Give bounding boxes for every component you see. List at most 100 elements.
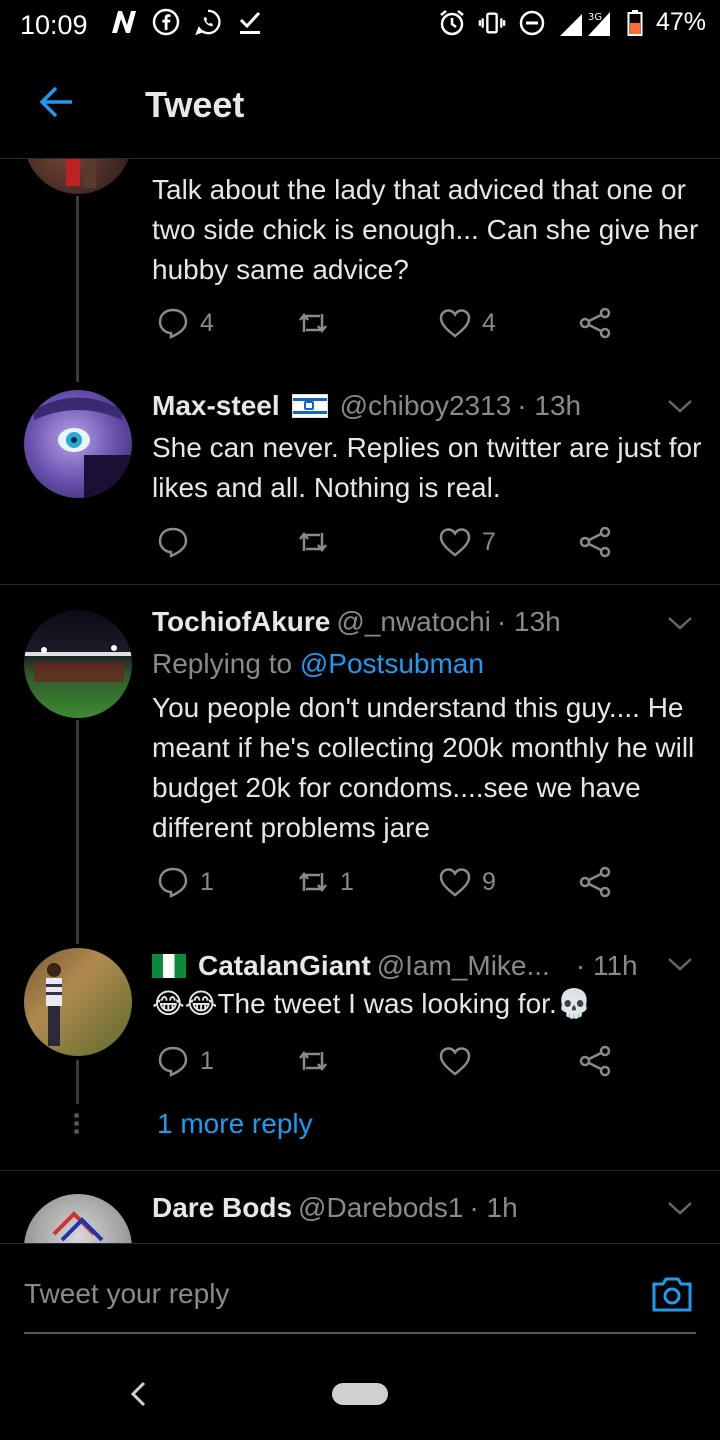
share-button[interactable] xyxy=(578,306,612,340)
handle[interactable]: @_nwatochi xyxy=(336,606,491,638)
reply-input-underline xyxy=(24,1332,696,1334)
chevron-down-icon[interactable] xyxy=(666,613,694,633)
share-icon xyxy=(579,1045,611,1077)
retweet-icon xyxy=(299,312,327,334)
dnd-icon xyxy=(518,9,546,37)
heart-icon xyxy=(439,1047,471,1076)
arrow-left-icon xyxy=(39,86,72,118)
retweet-count: 1 xyxy=(340,867,354,896)
alarm-icon xyxy=(438,9,466,37)
reply-count: 1 xyxy=(200,867,214,896)
handle[interactable]: @chiboy2313 xyxy=(340,390,512,422)
share-icon xyxy=(579,866,611,898)
emoji-laughing: 😂😂 xyxy=(152,988,218,1019)
reply-feed[interactable]: Talk about the lady that adviced that on… xyxy=(0,158,720,1243)
reply-input[interactable] xyxy=(24,1278,584,1310)
retweet-button[interactable] xyxy=(296,1044,340,1078)
tweet-text: 😂😂The tweet I was looking for.💀 xyxy=(152,984,702,1024)
tweet-text: Talk about the lady that adviced that on… xyxy=(152,174,699,285)
status-time: 10:09 xyxy=(20,10,88,40)
handle[interactable]: @Iam_Mike... xyxy=(377,950,550,982)
tweet-text: She can never. Replies on twitter are ju… xyxy=(152,432,702,503)
camera-button[interactable] xyxy=(650,1274,694,1314)
chevron-down-icon[interactable] xyxy=(666,396,694,416)
share-button[interactable] xyxy=(578,525,612,559)
tweet-actions: 1 1 9 xyxy=(152,865,622,905)
avatar[interactable] xyxy=(24,390,132,498)
heart-icon xyxy=(439,528,471,557)
share-icon xyxy=(579,526,611,558)
reply-button[interactable]: 1 xyxy=(156,865,214,899)
avatar[interactable] xyxy=(24,948,132,1056)
reply-count: 4 xyxy=(200,308,214,337)
thread-line xyxy=(76,1060,79,1104)
share-button[interactable] xyxy=(578,865,612,899)
tweet-actions: 1 xyxy=(152,1044,622,1084)
vibrate-icon xyxy=(478,9,506,37)
israel-flag-icon xyxy=(291,394,328,418)
replying-to: Replying to @Postsubman xyxy=(152,648,484,680)
reply-icon xyxy=(158,308,188,339)
status-bar: 10:09 3G 47% xyxy=(0,0,720,52)
reply-button[interactable]: 4 xyxy=(156,306,214,340)
heart-icon xyxy=(439,868,471,897)
retweet-icon xyxy=(299,531,327,553)
reply-icon xyxy=(158,527,188,558)
retweet-icon xyxy=(299,871,327,893)
retweet-button[interactable]: 1 xyxy=(296,865,354,899)
thread-line xyxy=(76,196,79,382)
whatsapp-icon xyxy=(194,8,222,36)
battery-icon xyxy=(626,9,644,37)
chevron-down-icon[interactable] xyxy=(666,1198,694,1218)
reply-icon xyxy=(158,1046,188,1077)
mention-link[interactable]: @Postsubman xyxy=(300,648,484,679)
share-icon xyxy=(579,307,611,339)
display-name[interactable]: Max-steel xyxy=(152,390,280,422)
reply-composer xyxy=(0,1243,720,1354)
nigeria-flag-icon xyxy=(152,954,186,978)
share-button[interactable] xyxy=(578,1044,612,1078)
home-pill[interactable] xyxy=(332,1383,388,1405)
tweet-body: The tweet I was looking for. xyxy=(217,988,557,1019)
timestamp: · 13h xyxy=(517,390,582,421)
handle[interactable]: @Darebods1 xyxy=(298,1192,463,1224)
chevron-down-icon[interactable] xyxy=(666,954,694,974)
display-name[interactable]: TochiofAkure xyxy=(152,606,330,638)
retweet-button[interactable] xyxy=(296,306,340,340)
like-button[interactable]: 4 xyxy=(438,306,496,340)
like-button[interactable] xyxy=(438,1044,482,1078)
timestamp: · 1h xyxy=(469,1192,518,1223)
page-title: Tweet xyxy=(145,84,245,125)
like-count: 4 xyxy=(482,308,496,337)
n-icon xyxy=(110,8,138,36)
tweet-header: Max-steel @chiboy2313 · 13h xyxy=(152,390,581,422)
nav-back-icon[interactable] xyxy=(126,1379,150,1409)
retweet-button[interactable] xyxy=(296,525,340,559)
avatar[interactable] xyxy=(24,610,132,718)
signal-icon: 3G xyxy=(558,9,614,37)
timestamp: · 11h xyxy=(575,950,638,981)
heart-icon xyxy=(439,309,471,338)
svg-text:3G: 3G xyxy=(588,12,602,23)
reply-button[interactable] xyxy=(156,525,200,559)
like-count: 7 xyxy=(482,527,496,556)
battery-percent: 47% xyxy=(655,8,706,36)
tweet-actions: 7 xyxy=(152,525,622,565)
timestamp: · 13h xyxy=(496,606,561,637)
avatar[interactable] xyxy=(24,1194,132,1243)
like-button[interactable]: 7 xyxy=(438,525,496,559)
download-done-icon xyxy=(236,8,264,36)
tweet-header: CatalanGiant @Iam_Mike... · 11h xyxy=(152,950,638,982)
avatar[interactable] xyxy=(24,158,132,194)
camera-icon xyxy=(652,1277,692,1312)
tweet-header: Dare Bods @Darebods1 · 1h xyxy=(152,1192,518,1224)
reply-button[interactable]: 1 xyxy=(156,1044,214,1078)
replying-label: Replying to xyxy=(152,648,300,679)
display-name[interactable]: CatalanGiant xyxy=(198,950,371,982)
tweet-text: You people don't understand this guy....… xyxy=(152,692,695,843)
more-replies-link[interactable]: 1 more reply xyxy=(157,1108,313,1140)
back-button[interactable] xyxy=(36,82,80,126)
more-replies-dots xyxy=(74,1113,80,1137)
display-name[interactable]: Dare Bods xyxy=(152,1192,292,1224)
like-button[interactable]: 9 xyxy=(438,865,496,899)
